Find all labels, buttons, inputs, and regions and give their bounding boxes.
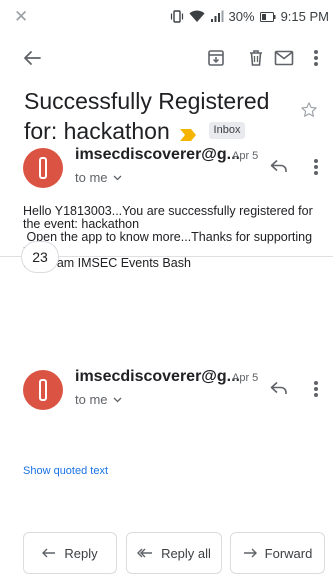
- show-quoted-text-link[interactable]: Show quoted text: [23, 465, 108, 477]
- message-date: Apr 5: [232, 150, 259, 162]
- more-vert-icon[interactable]: [304, 46, 328, 70]
- reply-actions: Reply Reply all Forward: [0, 532, 333, 574]
- body-line: ..... Team IMSEC Events Bash: [23, 256, 191, 270]
- chevron-down-icon: [113, 175, 121, 180]
- wifi-icon: [189, 10, 205, 23]
- more-vert-icon[interactable]: [313, 158, 319, 181]
- email-toolbar: [0, 40, 333, 76]
- forward-label: Forward: [264, 545, 313, 561]
- star-icon[interactable]: [300, 101, 318, 124]
- email-subject-line: Successfully Registered for: hackathon I…: [24, 86, 294, 148]
- body-line: Open the app to know more...Thanks for s…: [23, 230, 313, 257]
- battery-icon: [259, 11, 276, 22]
- body-line: Hello Y1813003...You are successfully re…: [23, 204, 313, 231]
- status-icons: 30% 9:15 PM: [170, 9, 329, 24]
- reply-all-button[interactable]: Reply all: [126, 532, 222, 574]
- recipient-label: to me: [75, 392, 108, 407]
- sender-name: imsecdiscoverer@g...: [75, 368, 241, 385]
- recipient-details-toggle[interactable]: to me: [75, 392, 122, 407]
- reply-icon[interactable]: [270, 381, 288, 400]
- forward-button[interactable]: Forward: [230, 532, 325, 574]
- delete-icon[interactable]: [244, 46, 268, 70]
- reply-all-icon: [137, 548, 153, 558]
- chevron-down-icon: [113, 397, 121, 402]
- clock: 9:15 PM: [280, 9, 329, 24]
- battery-percent: 30%: [228, 9, 255, 24]
- reply-label: Reply: [64, 545, 98, 561]
- collapsed-messages-count[interactable]: 23: [21, 241, 59, 273]
- vibrate-icon: [170, 10, 184, 23]
- reply-icon: [42, 548, 56, 558]
- mark-unread-icon[interactable]: [272, 46, 296, 70]
- sender-name: imsecdiscoverer@g...: [75, 146, 241, 163]
- message-header[interactable]: imsecdiscoverer@g... Apr 5 to me: [0, 146, 333, 196]
- signal-icon: [210, 10, 224, 23]
- recipient-label: to me: [75, 170, 108, 185]
- avatar-glyph-icon: [39, 157, 47, 179]
- reply-all-label: Reply all: [161, 545, 211, 561]
- back-arrow-icon[interactable]: [20, 46, 44, 70]
- status-bar: ✕ 30% 9:15 PM: [0, 0, 333, 34]
- missed-call-icon: ✕: [14, 7, 29, 26]
- more-vert-icon[interactable]: [313, 380, 319, 403]
- message-body: Hello Y1813003...You are successfully re…: [23, 205, 323, 270]
- important-label-icon: [180, 118, 197, 148]
- forward-icon: [243, 548, 257, 558]
- reply-icon[interactable]: [270, 159, 288, 178]
- reply-button[interactable]: Reply: [23, 532, 117, 574]
- avatar: [23, 148, 63, 188]
- avatar-glyph-icon: [39, 379, 47, 401]
- message-date: Apr 5: [232, 372, 259, 384]
- recipient-details-toggle[interactable]: to me: [75, 170, 122, 185]
- archive-icon[interactable]: [204, 46, 228, 70]
- avatar: [23, 370, 63, 410]
- inbox-label-badge[interactable]: Inbox: [208, 122, 246, 140]
- message-header[interactable]: imsecdiscoverer@g... Apr 5 to me: [0, 368, 333, 418]
